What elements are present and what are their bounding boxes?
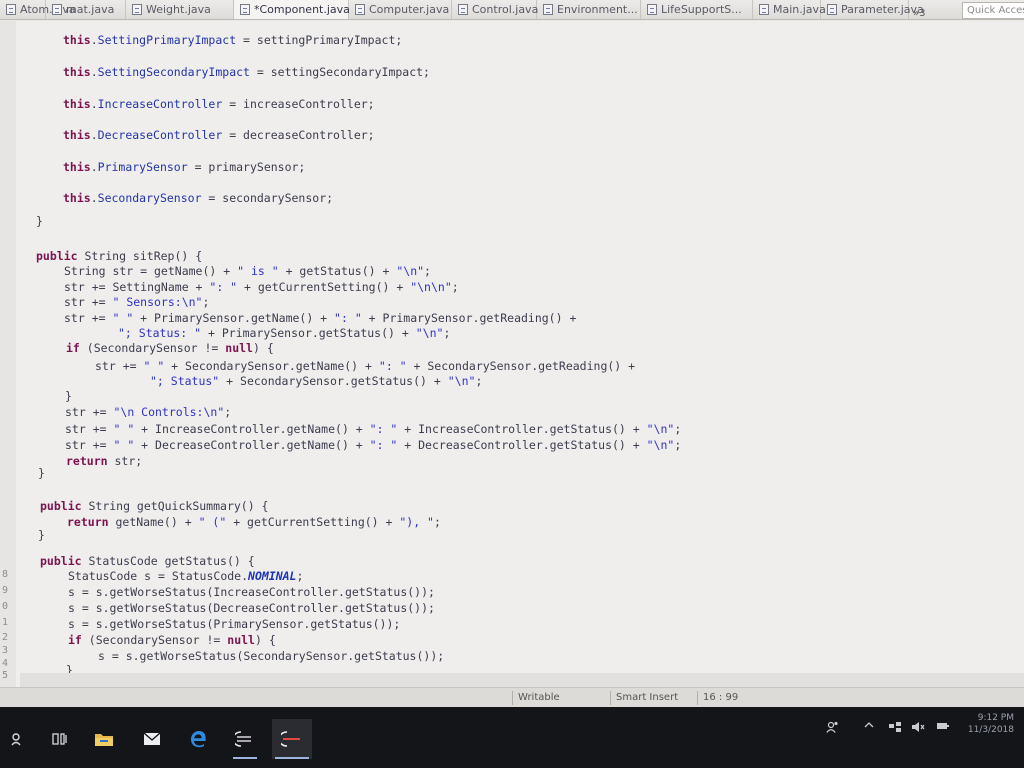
editor-tab-bar: Atom.java mat.java Weight.java *Component.j… xyxy=(0,0,1024,20)
code-line[interactable]: str += " " + SecondarySensor.getName() +… xyxy=(95,359,635,373)
quick-access-field[interactable]: Quick Access xyxy=(962,2,1024,19)
code-line[interactable]: s = s.getWorseStatus(IncreaseController.… xyxy=(68,585,435,599)
active-indicator xyxy=(233,757,257,759)
editor-tab[interactable]: *Component.java✕ xyxy=(234,0,361,19)
tab-label: LifeSupportS... xyxy=(661,2,742,16)
code-line[interactable]: StatusCode s = StatusCode.NOMINAL; xyxy=(68,569,303,583)
clock-date: 11/3/2018 xyxy=(967,725,1014,735)
edge-icon[interactable] xyxy=(184,719,212,759)
java-file-icon xyxy=(6,3,16,15)
line-number: 3 xyxy=(2,645,9,656)
cursor-position: 16 : 99 xyxy=(697,691,738,705)
line-number: 8 xyxy=(2,569,9,580)
java-file-icon xyxy=(240,3,250,15)
file-explorer-icon[interactable] xyxy=(90,719,118,759)
java-file-icon xyxy=(132,3,142,15)
code-line[interactable]: public StatusCode getStatus() { xyxy=(40,554,255,568)
editor-gutter: 8 9 0 1 2 3 45 xyxy=(0,21,16,687)
tab-label: Computer.java xyxy=(369,2,450,16)
code-line[interactable]: "; Status" + SecondarySensor.getStatus()… xyxy=(150,374,482,388)
code-line[interactable]: public String sitRep() { xyxy=(36,249,202,263)
eclipse-window-button[interactable] xyxy=(272,719,312,759)
code-editor[interactable]: 8 9 0 1 2 3 45 this.SettingPrimaryImpact = set… xyxy=(0,21,1024,687)
windows-taskbar: 9:12 PM 11/3/2018 xyxy=(0,707,1024,768)
code-line[interactable]: this.SettingSecondaryImpact = settingSec… xyxy=(63,65,430,79)
eclipse-icon[interactable] xyxy=(230,719,260,759)
line-number: 0 xyxy=(2,601,9,612)
code-line[interactable]: } xyxy=(38,466,45,480)
code-line[interactable]: this.SecondarySensor = secondarySensor; xyxy=(63,191,333,205)
java-file-icon xyxy=(543,3,553,15)
active-indicator xyxy=(275,757,309,759)
code-line[interactable]: this.PrimarySensor = primarySensor; xyxy=(63,160,305,174)
battery-icon[interactable] xyxy=(936,721,950,734)
code-line[interactable]: String str = getName() + " is " + getSta… xyxy=(64,264,431,278)
horizontal-scrollbar[interactable] xyxy=(20,673,1024,687)
volume-icon[interactable] xyxy=(911,721,925,736)
code-line[interactable]: str += "\n Controls:\n"; xyxy=(65,405,231,419)
status-bar: Writable Smart Insert 16 : 99 xyxy=(0,687,1024,707)
java-file-icon xyxy=(355,3,365,15)
code-line[interactable]: } xyxy=(36,214,43,228)
task-view-icon[interactable] xyxy=(46,719,74,759)
editor-tab[interactable]: Environment... xyxy=(537,0,641,19)
editor-tab[interactable]: LifeSupportS... xyxy=(641,0,753,19)
editor-tab[interactable]: Weight.java xyxy=(126,0,234,19)
code-line[interactable]: } xyxy=(65,389,72,403)
editor-tab[interactable]: mat.java xyxy=(46,0,126,19)
java-file-icon xyxy=(458,3,468,15)
code-line[interactable]: str += " " + IncreaseController.getName(… xyxy=(65,422,681,436)
java-file-icon xyxy=(827,3,837,15)
code-line[interactable]: if (SecondarySensor != null) { xyxy=(68,633,276,647)
code-line[interactable]: if (SecondarySensor != null) { xyxy=(66,341,274,355)
clock-time: 9:12 PM xyxy=(977,713,1014,723)
code-line[interactable]: "; Status: " + PrimarySensor.getStatus()… xyxy=(118,326,450,340)
code-line[interactable]: return getName() + " (" + getCurrentSett… xyxy=(67,515,441,529)
mail-icon[interactable] xyxy=(138,719,166,759)
editor-tab[interactable]: Main.java xyxy=(753,0,826,19)
tab-label: *Component.java xyxy=(254,2,350,16)
code-line[interactable]: str += " Sensors:\n"; xyxy=(64,295,209,309)
editor-tab[interactable]: Computer.java xyxy=(349,0,452,19)
code-line[interactable]: this.SettingPrimaryImpact = settingPrima… xyxy=(63,33,402,47)
writable-status: Writable xyxy=(512,691,560,705)
code-line[interactable]: } xyxy=(38,528,45,542)
tab-overflow-indicator[interactable]: »3 xyxy=(909,8,929,19)
line-number: 2 xyxy=(2,632,9,643)
java-file-icon xyxy=(759,3,769,15)
line-number: 4 xyxy=(2,658,9,669)
tab-label: Main.java xyxy=(773,2,826,16)
tab-label: mat.java xyxy=(66,2,115,16)
code-line[interactable]: this.DecreaseController = decreaseContro… xyxy=(63,128,375,142)
editor-tab[interactable]: Parameter.java xyxy=(821,0,924,19)
editor-tab[interactable]: Atom.java xyxy=(0,0,76,19)
java-file-icon xyxy=(52,3,62,15)
code-line[interactable]: str += SettingName + ": " + getCurrentSe… xyxy=(64,280,459,294)
code-line[interactable]: s = s.getWorseStatus(PrimarySensor.getSt… xyxy=(68,617,400,631)
line-number: 9 xyxy=(2,585,9,596)
cortana-icon[interactable] xyxy=(4,719,28,759)
taskbar-clock[interactable]: 9:12 PM 11/3/2018 xyxy=(968,712,1014,736)
code-line[interactable]: str += " " + PrimarySensor.getName() + "… xyxy=(64,311,576,325)
code-line[interactable]: s = s.getWorseStatus(DecreaseController.… xyxy=(68,601,435,615)
code-line[interactable]: s = s.getWorseStatus(SecondarySensor.get… xyxy=(98,649,444,663)
tab-label: Control.java xyxy=(472,2,539,16)
code-line[interactable]: public String getQuickSummary() { xyxy=(40,499,268,513)
line-number: 5 xyxy=(2,670,9,681)
code-line[interactable]: str += " " + DecreaseController.getName(… xyxy=(65,438,681,452)
java-file-icon xyxy=(647,3,657,15)
editor-tab[interactable]: Control.java xyxy=(452,0,539,19)
network-icon[interactable] xyxy=(888,721,902,736)
chevron-up-icon[interactable] xyxy=(864,721,874,732)
code-line[interactable]: return str; xyxy=(66,454,142,468)
code-line[interactable]: this.IncreaseController = increaseContro… xyxy=(63,97,375,111)
insert-mode-status: Smart Insert xyxy=(610,691,678,705)
tab-label: Weight.java xyxy=(146,2,211,16)
line-number: 1 xyxy=(2,617,9,628)
tab-label: Environment... xyxy=(557,2,638,16)
people-icon[interactable] xyxy=(826,721,840,736)
